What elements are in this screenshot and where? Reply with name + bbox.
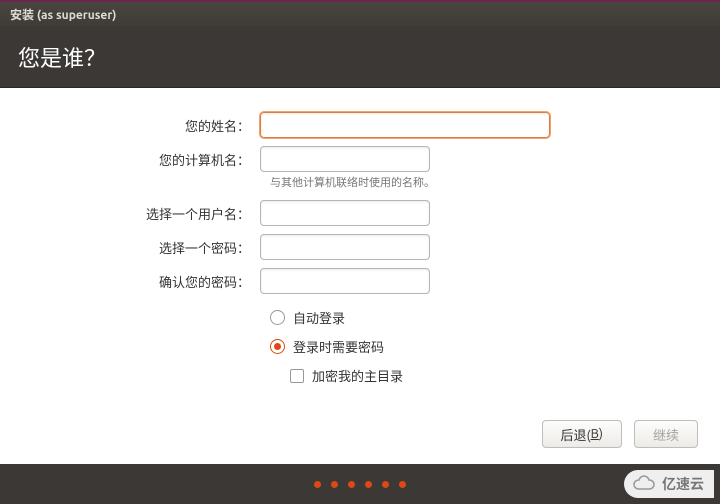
auto-login-option[interactable]: 自动登录 — [270, 308, 690, 327]
confirm-password-input[interactable] — [260, 268, 430, 294]
auto-login-label: 自动登录 — [293, 308, 345, 327]
hostname-label: 您的计算机名： — [30, 150, 260, 169]
radio-icon — [270, 310, 285, 325]
dot-icon — [314, 481, 321, 488]
dot-icon — [365, 481, 372, 488]
encrypt-home-option[interactable]: 加密我的主目录 — [270, 366, 690, 385]
form-area: 您的姓名： 您的计算机名： 与其他计算机联络时使用的名称。 选择一个用户名： 选… — [0, 88, 720, 412]
username-label: 选择一个用户名： — [30, 204, 260, 223]
titlebar: 安装 (as superuser) — [0, 0, 720, 26]
name-input[interactable] — [260, 112, 550, 138]
login-options: 自动登录 登录时需要密码 加密我的主目录 — [270, 308, 690, 385]
progress-dots — [0, 464, 720, 504]
password-label: 选择一个密码： — [30, 238, 260, 257]
checkbox-icon — [290, 369, 304, 383]
window-title: 安装 (as superuser) — [10, 6, 116, 23]
name-label: 您的姓名： — [30, 116, 260, 135]
watermark-text: 亿速云 — [662, 474, 704, 494]
dot-icon — [348, 481, 355, 488]
back-button[interactable]: 后退(B) — [542, 420, 622, 448]
encrypt-home-label: 加密我的主目录 — [312, 366, 403, 385]
hostname-input[interactable] — [260, 146, 430, 172]
dot-icon — [382, 481, 389, 488]
dot-icon — [331, 481, 338, 488]
hostname-hint: 与其他计算机联络时使用的名称。 — [270, 174, 690, 190]
password-input[interactable] — [260, 234, 430, 260]
cloud-icon — [632, 475, 658, 493]
radio-icon — [270, 339, 285, 354]
page-title: 您是谁？ — [18, 41, 106, 73]
username-input[interactable] — [260, 200, 430, 226]
page-header: 您是谁？ — [0, 26, 720, 88]
dot-icon — [399, 481, 406, 488]
continue-button[interactable]: 继续 — [634, 420, 698, 448]
button-bar: 后退(B) 继续 — [0, 412, 720, 464]
watermark: 亿速云 — [624, 470, 714, 498]
confirm-label: 确认您的密码： — [30, 272, 260, 291]
require-password-option[interactable]: 登录时需要密码 — [270, 337, 690, 356]
require-password-label: 登录时需要密码 — [293, 337, 384, 356]
